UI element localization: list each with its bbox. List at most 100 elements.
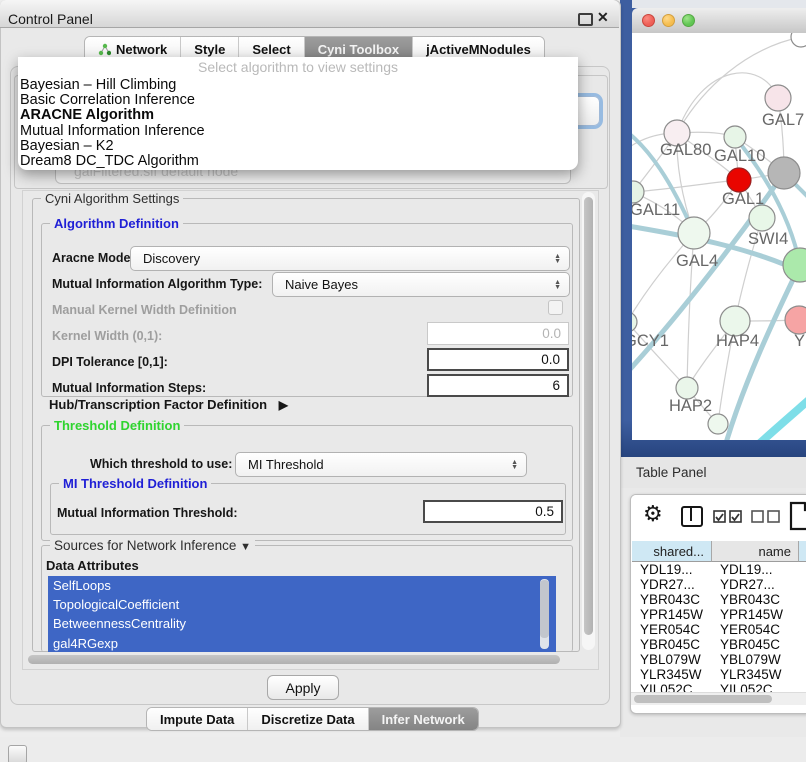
- node-label: GAL7: [762, 111, 804, 129]
- dropdown-item[interactable]: Dream8 DC_TDC Algorithm: [18, 154, 578, 169]
- table-row[interactable]: YDL19...YDL19...13: [631, 562, 806, 577]
- mi-algorithm-type-select[interactable]: Naive Bayes ▲▼: [272, 272, 570, 297]
- table-row[interactable]: YBL079WYBL079W: [631, 652, 806, 667]
- tab-label: jActiveMNodules: [426, 42, 531, 57]
- column-header[interactable]: [799, 541, 806, 562]
- expand-arrow-icon[interactable]: ▶: [279, 398, 288, 412]
- table-panel-window: ⚙ shared...name YDL19...YDL19...13YDR27.…: [630, 494, 806, 714]
- aracne-mode-select[interactable]: Discovery ▲▼: [130, 246, 570, 271]
- float-window-icon[interactable]: [578, 13, 593, 26]
- column-header[interactable]: shared...: [632, 541, 712, 562]
- network-node-hap2[interactable]: [676, 377, 698, 399]
- network-node-y[interactable]: [785, 306, 806, 334]
- table-row[interactable]: YPR145WYPR145W9.: [631, 607, 806, 622]
- status-band: [0, 737, 806, 762]
- checked-checkbox-icon[interactable]: [729, 510, 742, 523]
- which-threshold-select[interactable]: MI Threshold ▲▼: [235, 452, 527, 477]
- apply-button[interactable]: Apply: [267, 675, 339, 700]
- list-item[interactable]: BetweennessCentrality: [48, 614, 556, 633]
- mi-steps-field[interactable]: 6: [427, 374, 569, 397]
- network-node[interactable]: [768, 157, 800, 189]
- data-attributes-list[interactable]: SelfLoopsTopologicalCoefficientBetweenne…: [48, 576, 556, 652]
- bottom-tabbar: Impute DataDiscretize DataInfer Network: [146, 707, 479, 731]
- selected-value: MI Threshold: [248, 457, 324, 472]
- group-title: Threshold Definition: [50, 418, 184, 433]
- zoom-traffic-light-icon[interactable]: [682, 14, 695, 27]
- table-row[interactable]: YBR043CYBR043C: [631, 592, 806, 607]
- network-window-titlebar[interactable]: [632, 8, 806, 34]
- selected-value: Naive Bayes: [285, 277, 358, 292]
- dropdown-item[interactable]: Bayesian – K2: [18, 139, 578, 154]
- dropdown-item[interactable]: Bayesian – Hill Climbing: [18, 78, 578, 93]
- unchecked-checkbox-icon[interactable]: [751, 510, 764, 523]
- checked-checkbox-icon[interactable]: [713, 510, 726, 523]
- list-item[interactable]: SelfLoops: [48, 576, 556, 595]
- network-graph: GAL7GAL80GAL10GAL1GAL11SWI4GAL4GCY1HAP4Y…: [632, 33, 806, 440]
- unchecked-checkbox-icon[interactable]: [767, 510, 780, 523]
- mi-threshold-field[interactable]: 0.5: [423, 500, 563, 523]
- dropdown-item[interactable]: Basic Correlation Inference: [18, 93, 578, 108]
- tab-impute-data[interactable]: Impute Data: [147, 708, 247, 730]
- split-columns-icon[interactable]: [681, 506, 703, 527]
- table-cell: 8.: [799, 622, 806, 637]
- mi-threshold-label: Mutual Information Threshold:: [57, 506, 238, 520]
- list-item[interactable]: gal4RGexp: [48, 634, 556, 652]
- tab-discretize-data[interactable]: Discretize Data: [247, 708, 367, 730]
- dropdown-placeholder: Select algorithm to view settings: [18, 57, 578, 78]
- network-node-gcy1[interactable]: [632, 312, 637, 332]
- close-icon[interactable]: ✕: [597, 9, 609, 26]
- document-icon[interactable]: [789, 501, 806, 531]
- scrollbar-thumb[interactable]: [28, 655, 560, 664]
- table-cell: YBR045C: [632, 637, 712, 652]
- gear-icon[interactable]: ⚙: [643, 501, 663, 527]
- network-node-gal7[interactable]: [765, 85, 791, 111]
- network-view-canvas[interactable]: GAL7GAL80GAL10GAL1GAL11SWI4GAL4GCY1HAP4Y…: [632, 33, 806, 440]
- scrollbar-thumb[interactable]: [584, 197, 593, 635]
- table-row[interactable]: YER054CYER054C8.: [631, 622, 806, 637]
- dpi-tolerance-field[interactable]: 0.0: [427, 348, 569, 371]
- table-cell: YDL19...: [712, 562, 799, 577]
- scrollbar-thumb[interactable]: [540, 580, 549, 638]
- list-item[interactable]: TopologicalCoefficient: [48, 595, 556, 614]
- selected-value: Discovery: [143, 251, 200, 266]
- group-title: MI Threshold Definition: [59, 476, 211, 491]
- tab-infer-network[interactable]: Infer Network: [368, 708, 478, 730]
- table-row[interactable]: YBR045CYBR045C9.: [631, 637, 806, 652]
- group-title[interactable]: Sources for Network Inference ▼: [50, 538, 255, 553]
- table-cell: 9.: [799, 682, 806, 692]
- network-edge[interactable]: [760, 399, 806, 440]
- cyni-algorithm-settings-group: Cyni Algorithm Settings Algorithm Defini…: [32, 198, 580, 652]
- scrollbar-thumb[interactable]: [634, 695, 772, 703]
- minimize-traffic-light-icon[interactable]: [662, 14, 675, 27]
- table-cell: YPR145W: [712, 607, 799, 622]
- kernel-width-field[interactable]: 0.0: [427, 322, 569, 345]
- manual-kernel-checkbox[interactable]: [548, 300, 563, 315]
- close-traffic-light-icon[interactable]: [642, 14, 655, 27]
- column-header[interactable]: name: [712, 541, 799, 562]
- hub-definition-expander[interactable]: Hub/Transcription Factor Definition ▶: [49, 397, 288, 412]
- table-row[interactable]: YDR27...YDR27...12: [631, 577, 806, 592]
- network-node-gal11[interactable]: [632, 181, 644, 203]
- control-panel-header[interactable]: [0, 0, 619, 28]
- network-node[interactable]: [708, 414, 728, 434]
- list-scrollbar[interactable]: [540, 579, 549, 649]
- table-body[interactable]: YDL19...YDL19...13YDR27...YDR27...12YBR0…: [631, 562, 806, 692]
- dropdown-item[interactable]: ARACNE Algorithm: [18, 108, 578, 123]
- collapse-arrow-icon: ▼: [240, 541, 251, 553]
- network-node-gal4[interactable]: [678, 217, 710, 249]
- table-row[interactable]: YIL052CYIL052C9.: [631, 682, 806, 692]
- network-node[interactable]: [791, 33, 806, 47]
- table-horizontal-scrollbar[interactable]: [631, 692, 806, 705]
- network-node-swi4[interactable]: [749, 205, 775, 231]
- table-row[interactable]: YLR345WYLR345W9.: [631, 667, 806, 682]
- network-node-gal10[interactable]: [724, 126, 746, 148]
- minimized-panel-icon[interactable]: [8, 745, 27, 762]
- data-attributes-label: Data Attributes: [46, 558, 139, 573]
- dropdown-item[interactable]: Mutual Information Inference: [18, 124, 578, 139]
- network-node-gal1[interactable]: [727, 168, 751, 192]
- node-label: GAL1: [722, 190, 764, 208]
- node-label: GAL4: [676, 252, 718, 270]
- network-node[interactable]: [783, 248, 806, 282]
- table-cell: YDL19...: [632, 562, 712, 577]
- table-cell: YLR345W: [632, 667, 712, 682]
